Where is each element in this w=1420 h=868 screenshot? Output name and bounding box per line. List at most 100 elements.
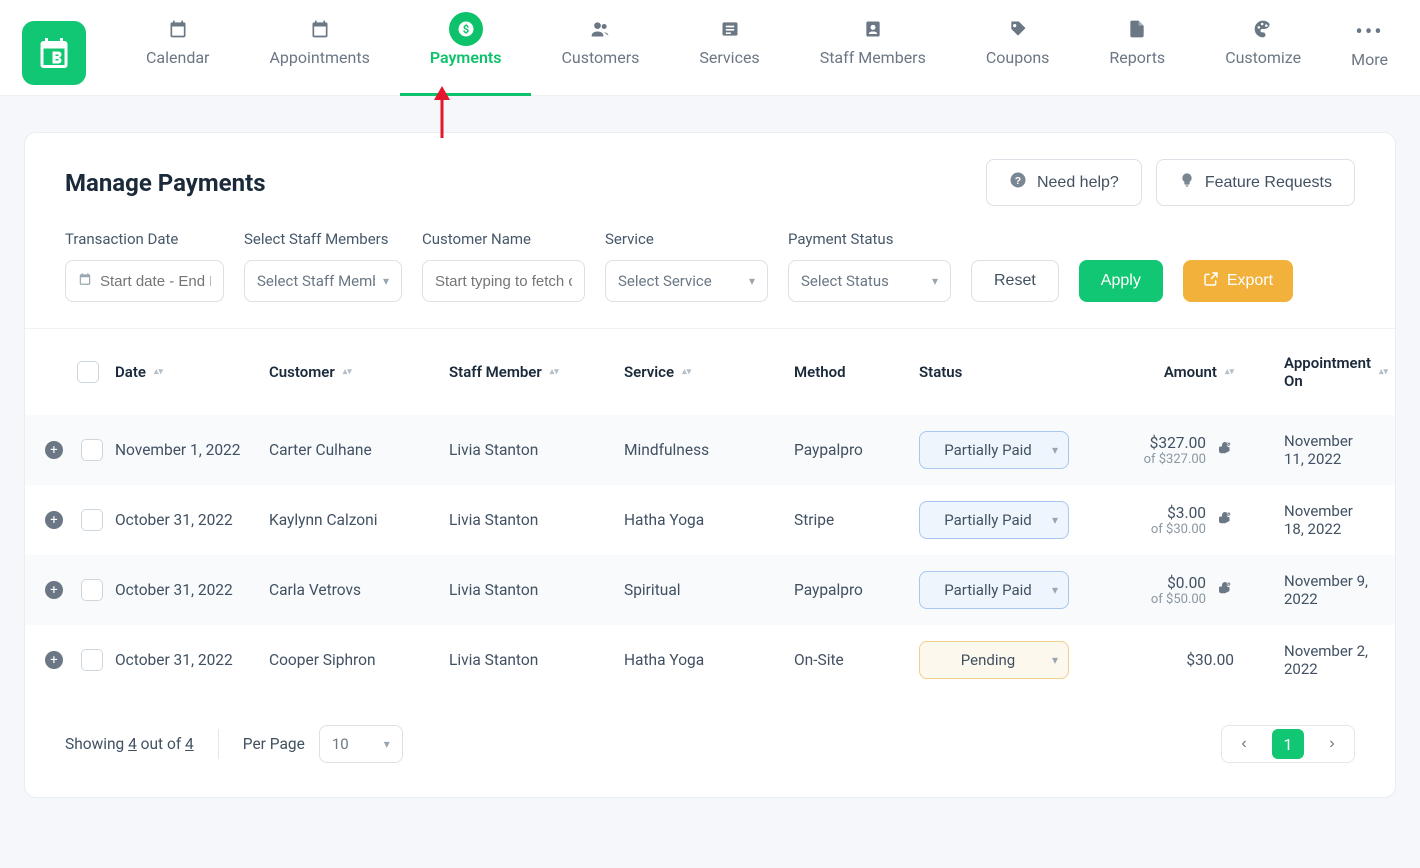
chevron-down-icon: ▾ — [1052, 443, 1058, 457]
perpage-label: Per Page — [243, 735, 305, 753]
customer-input[interactable] — [422, 260, 585, 302]
cell-date: November 1, 2022 — [115, 441, 269, 459]
cell-amount: $0.00of $50.00 — [1151, 574, 1206, 607]
service-select[interactable]: Select Service ▾ — [605, 260, 768, 302]
status-select[interactable]: Partially Paid▾ — [919, 571, 1069, 609]
payments-card: Manage Payments ? Need help? Feature Req… — [24, 132, 1396, 798]
nav-item-coupons[interactable]: Coupons — [956, 10, 1080, 96]
nav-item-label: Reports — [1109, 48, 1165, 67]
nav-more[interactable]: ••• More — [1351, 30, 1388, 75]
sort-icon: ▴▾ — [154, 370, 163, 375]
status-select[interactable]: Select Status ▾ — [788, 260, 951, 302]
expand-row-button[interactable]: + — [45, 511, 63, 529]
cell-service: Mindfulness — [624, 441, 794, 459]
cell-staff: Livia Stanton — [449, 651, 624, 669]
need-help-button[interactable]: ? Need help? — [986, 159, 1142, 206]
cell-method: On-Site — [794, 651, 919, 669]
users-icon — [590, 18, 610, 40]
reset-button[interactable]: Reset — [971, 260, 1059, 302]
col-staff[interactable]: Staff Member▴▾ — [449, 363, 624, 381]
row-checkbox[interactable] — [81, 579, 103, 601]
help-icon: ? — [1009, 171, 1027, 194]
more-dots-icon: ••• — [1351, 30, 1388, 36]
row-checkbox[interactable] — [81, 439, 103, 461]
transaction-date-input[interactable] — [65, 260, 224, 302]
nav-item-customize[interactable]: Customize — [1195, 10, 1331, 96]
apply-button[interactable]: Apply — [1079, 260, 1163, 302]
status-value: Partially Paid — [944, 441, 1031, 459]
cell-appointment: November 9, 2022 — [1234, 572, 1374, 608]
status-value: Partially Paid — [944, 511, 1031, 529]
select-all-checkbox[interactable] — [77, 361, 99, 383]
cell-staff: Livia Stanton — [449, 441, 624, 459]
sort-icon: ▴▾ — [343, 370, 352, 375]
prev-page-button[interactable]: ‹ — [1222, 726, 1266, 762]
cell-date: October 31, 2022 — [115, 511, 269, 529]
table-header: Date▴▾ Customer▴▾ Staff Member▴▾ Service… — [25, 329, 1395, 415]
expand-row-button[interactable]: + — [45, 651, 63, 669]
cell-service: Hatha Yoga — [624, 511, 794, 529]
status-select[interactable]: Partially Paid ▾ — [919, 501, 1069, 539]
col-customer[interactable]: Customer▴▾ — [269, 363, 449, 381]
chevron-down-icon: ▾ — [383, 274, 389, 288]
chevron-down-icon: ▾ — [1052, 583, 1058, 597]
transaction-date-field[interactable] — [100, 273, 211, 290]
status-filter-label: Payment Status — [788, 230, 951, 248]
transaction-date-label: Transaction Date — [65, 230, 224, 248]
nav-item-label: Calendar — [146, 48, 209, 67]
nav-item-reports[interactable]: Reports — [1079, 10, 1195, 96]
service-filter-label: Service — [605, 230, 768, 248]
cell-customer: Carter Culhane — [269, 441, 449, 459]
col-service[interactable]: Service▴▾ — [624, 363, 794, 381]
cell-amount: $3.00of $30.00 — [1151, 504, 1206, 537]
dollar-icon: $ — [449, 12, 483, 46]
export-button[interactable]: Export — [1183, 260, 1293, 302]
nav-item-payments[interactable]: $Payments — [400, 10, 532, 96]
perpage-select[interactable]: 10 ▾ — [319, 725, 403, 763]
next-page-button[interactable]: › — [1310, 726, 1354, 762]
cell-customer: Kaylynn Calzoni — [269, 511, 449, 529]
feature-requests-button[interactable]: Feature Requests — [1156, 159, 1355, 206]
cell-method: Stripe — [794, 511, 919, 529]
file-icon — [1127, 18, 1147, 40]
row-checkbox[interactable] — [81, 649, 103, 671]
payment-hand-icon[interactable]: $ — [1216, 509, 1234, 531]
nav-item-calendar[interactable]: Calendar — [116, 10, 239, 96]
cell-method: Paypalpro — [794, 581, 919, 599]
divider — [218, 729, 219, 759]
nav-item-customers[interactable]: Customers — [531, 10, 669, 96]
col-amount[interactable]: Amount▴▾ — [1084, 363, 1234, 381]
cell-appointment: November 11, 2022 — [1234, 432, 1374, 468]
chevron-down-icon: ▾ — [932, 274, 938, 288]
nav-item-appointments[interactable]: Appointments — [239, 10, 399, 96]
row-checkbox[interactable] — [81, 509, 103, 531]
need-help-label: Need help? — [1037, 174, 1119, 192]
status-select[interactable]: Pending▾ — [919, 641, 1069, 679]
list-icon — [720, 18, 740, 40]
cell-appointment: November 2, 2022 — [1234, 642, 1374, 678]
col-date[interactable]: Date▴▾ — [115, 363, 269, 381]
nav-item-label: Customize — [1225, 48, 1301, 67]
chevron-down-icon: ▾ — [1052, 513, 1058, 527]
status-select[interactable]: Partially Paid ▾ — [919, 431, 1069, 469]
app-logo[interactable] — [22, 21, 86, 85]
staff-select[interactable]: Select Staff Members ▾ — [244, 260, 402, 302]
page-current[interactable]: 1 — [1272, 729, 1304, 759]
cell-service: Hatha Yoga — [624, 651, 794, 669]
cell-service: Spiritual — [624, 581, 794, 599]
customer-field[interactable] — [435, 273, 572, 290]
table-row: + October 31, 2022 Cooper Siphron Livia … — [25, 625, 1395, 695]
nav-item-services[interactable]: Services — [669, 10, 789, 96]
palette-icon — [1253, 18, 1273, 40]
nav-item-staff-members[interactable]: Staff Members — [790, 10, 956, 96]
cell-amount: $30.00 — [1186, 651, 1234, 669]
staff-filter-label: Select Staff Members — [244, 230, 402, 248]
cell-appointment: November 18, 2022 — [1234, 502, 1374, 538]
svg-text:?: ? — [1015, 175, 1021, 187]
calendar-icon — [168, 18, 188, 40]
col-appt[interactable]: Appointment On▴▾ — [1234, 354, 1374, 390]
expand-row-button[interactable]: + — [45, 581, 63, 599]
expand-row-button[interactable]: + — [45, 441, 63, 459]
payment-hand-icon[interactable]: $ — [1216, 439, 1234, 461]
payment-hand-icon[interactable]: $ — [1216, 579, 1234, 601]
